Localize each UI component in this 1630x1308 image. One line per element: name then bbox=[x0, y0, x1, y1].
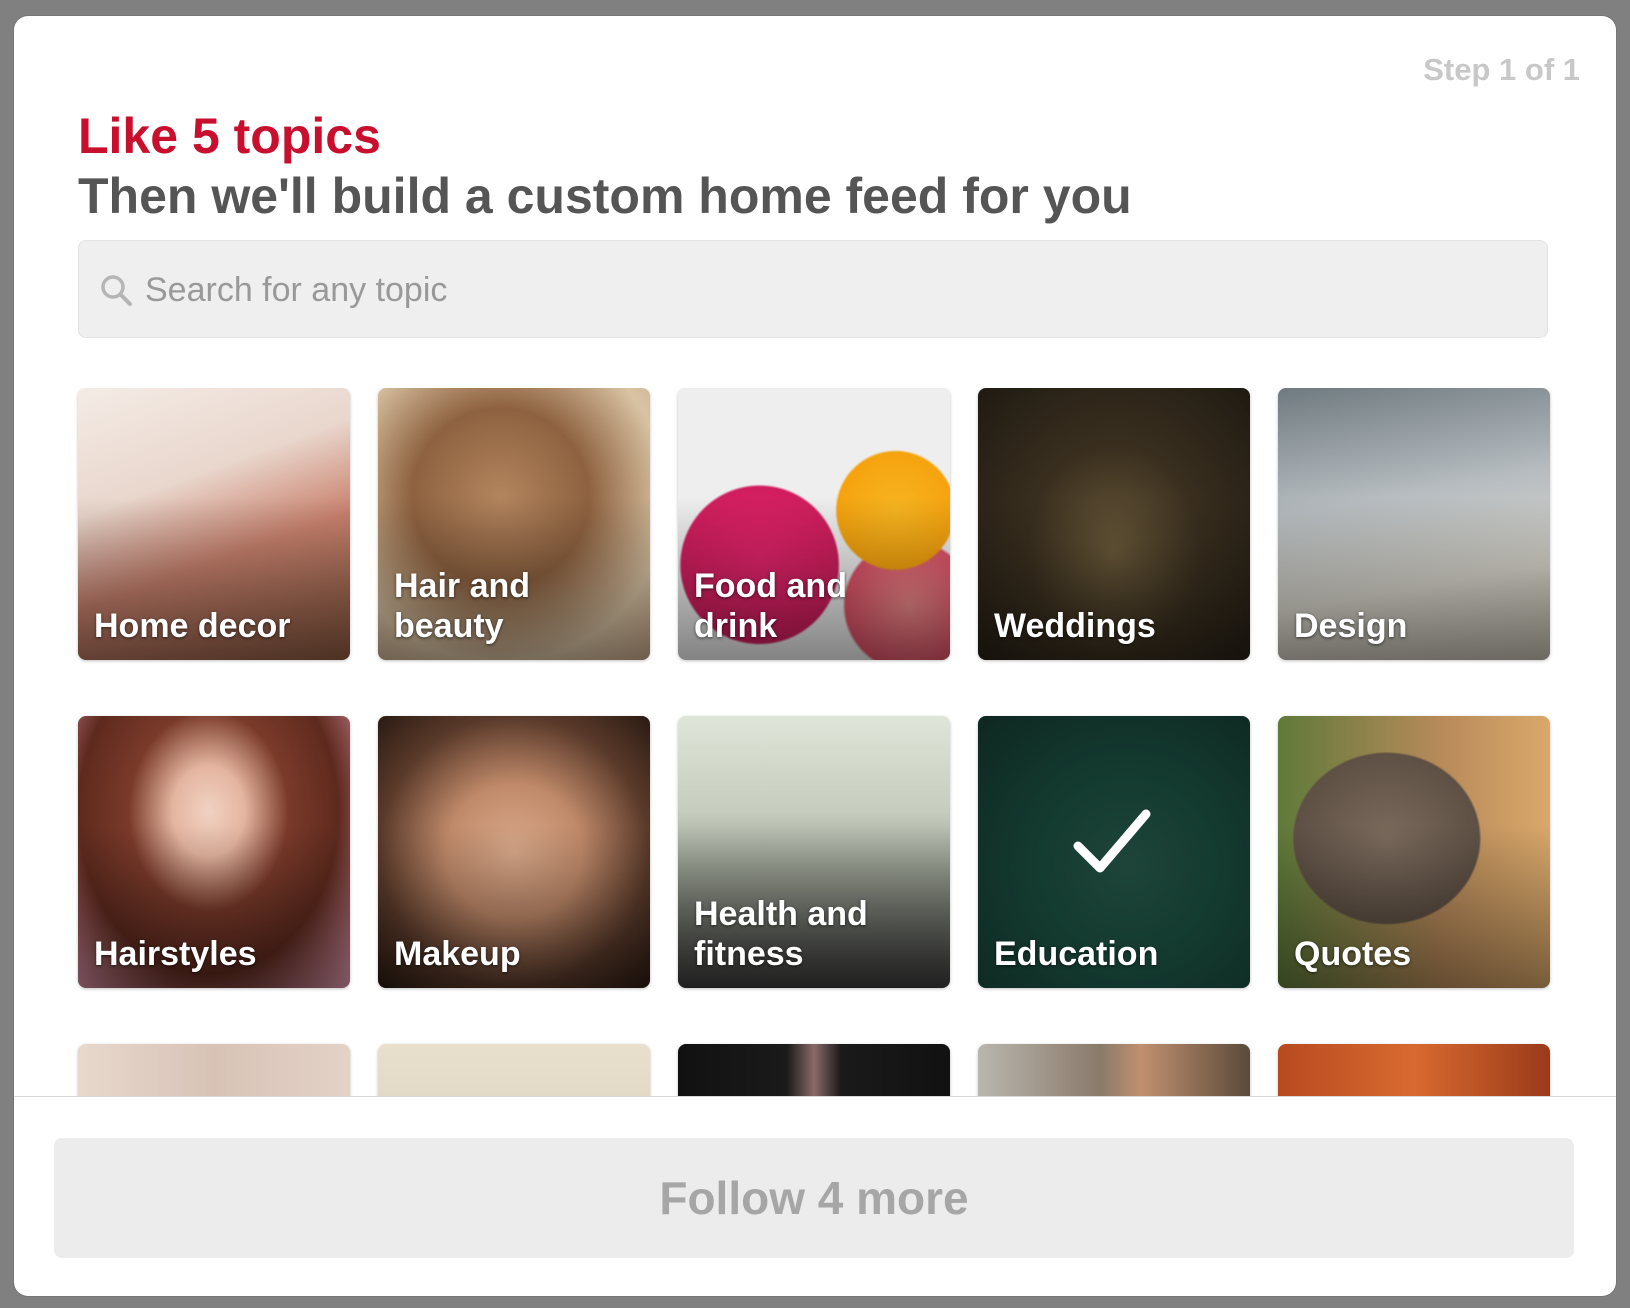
topic-tile-education[interactable]: Education bbox=[978, 716, 1250, 988]
topic-label: Hair and beauty bbox=[394, 567, 531, 645]
topic-tile-hair-and-beauty[interactable]: Hair and beauty bbox=[378, 388, 650, 660]
topic-label: Food and drink bbox=[694, 567, 847, 645]
search-input[interactable] bbox=[143, 241, 1527, 339]
page-subtitle: Then we'll build a custom home feed for … bbox=[78, 168, 1132, 224]
search-icon bbox=[101, 275, 132, 306]
topic-label: Weddings bbox=[994, 607, 1156, 645]
topic-label: Home decor bbox=[94, 607, 291, 645]
topic-label: Quotes bbox=[1294, 935, 1412, 973]
topic-label: Hairstyles bbox=[94, 935, 257, 973]
topic-tile-quotes[interactable]: Quotes bbox=[1278, 716, 1550, 988]
footer-divider bbox=[14, 1096, 1616, 1097]
topic-tile-design[interactable]: Design bbox=[1278, 388, 1550, 660]
search-bar[interactable] bbox=[78, 240, 1548, 339]
topic-tile[interactable] bbox=[78, 1044, 350, 1096]
topic-label: Design bbox=[1294, 607, 1408, 645]
topic-tile-health-and-fitness[interactable]: Health and fitness bbox=[678, 716, 950, 988]
topic-tile-hairstyles[interactable]: Hairstyles bbox=[78, 716, 350, 988]
topic-label: Makeup bbox=[394, 935, 521, 973]
topic-tile-makeup[interactable]: Makeup bbox=[378, 716, 650, 988]
topic-tile[interactable] bbox=[978, 1044, 1250, 1096]
topic-tile[interactable] bbox=[378, 1044, 650, 1096]
topic-label: Education bbox=[994, 935, 1159, 973]
topic-tile-food-and-drink[interactable]: Food and drink bbox=[678, 388, 950, 660]
page-title: Like 5 topics bbox=[78, 108, 381, 164]
topic-label: Health and fitness bbox=[694, 895, 868, 973]
topic-picker-modal: Step 1 of 1 Like 5 topics Then we'll bui… bbox=[14, 16, 1616, 1296]
topic-tile[interactable] bbox=[678, 1044, 950, 1096]
topic-grid: Home decor Hair and beauty Food and drin… bbox=[14, 388, 1616, 1096]
checkmark-icon bbox=[1073, 809, 1151, 873]
step-indicator: Step 1 of 1 bbox=[1423, 52, 1580, 87]
topic-tile-weddings[interactable]: Weddings bbox=[978, 388, 1250, 660]
follow-more-button[interactable]: Follow 4 more bbox=[54, 1138, 1574, 1258]
topic-tile-home-decor[interactable]: Home decor bbox=[78, 388, 350, 660]
topic-tile[interactable] bbox=[1278, 1044, 1550, 1096]
